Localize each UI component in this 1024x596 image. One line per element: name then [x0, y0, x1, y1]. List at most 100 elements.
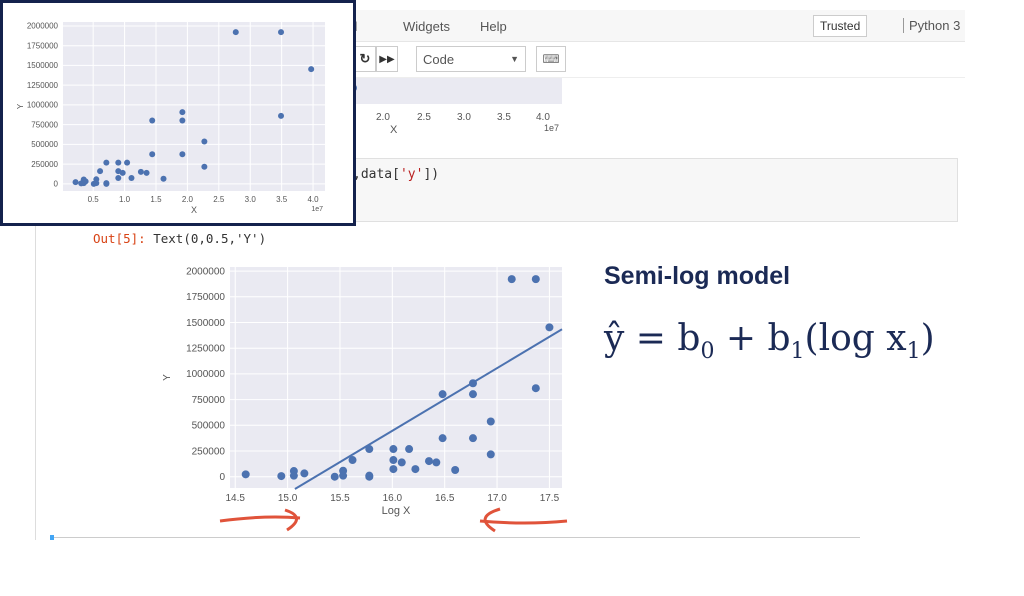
data-point: [72, 179, 79, 186]
data-point: [103, 180, 110, 187]
keyboard-icon[interactable]: ⌨: [536, 46, 566, 72]
data-point: [289, 471, 298, 480]
y-tick-label: 2000000: [27, 22, 59, 31]
data-point: [97, 168, 104, 175]
y-tick-label: 750000: [192, 395, 226, 406]
data-point: [468, 390, 477, 399]
y-tick-label: 1250000: [27, 81, 59, 90]
x-tick-label: 1.0: [119, 195, 131, 204]
x-tick-label: 2.0: [182, 195, 194, 204]
y-tick-label: 1250000: [186, 344, 225, 355]
kernel-name: Python 3: [903, 18, 960, 33]
data-point: [93, 180, 100, 187]
output-line: Out[5]: Text(0,0.5,'Y'): [93, 231, 266, 246]
x-tick-label: 2.5: [213, 195, 225, 204]
x-tick-label: 3.0: [245, 195, 257, 204]
data-point: [241, 470, 250, 479]
data-point: [232, 29, 239, 36]
menu-widgets[interactable]: Widgets: [403, 19, 450, 34]
data-point: [300, 469, 309, 478]
data-point: [278, 29, 285, 36]
data-point: [389, 465, 398, 474]
menu-help[interactable]: Help: [480, 19, 507, 34]
y-tick-label: 500000: [31, 140, 58, 149]
data-point: [143, 169, 150, 176]
formula-part: + b: [714, 318, 791, 359]
plot-area: [63, 22, 325, 191]
x-axis-label: X: [191, 205, 197, 215]
arrow-right-head: [284, 508, 298, 532]
data-point: [531, 275, 540, 284]
data-point: [308, 66, 315, 73]
arrow-left-head: [483, 507, 501, 533]
restart-icon[interactable]: ↻: [354, 46, 376, 72]
data-point: [468, 434, 477, 443]
x-tick: 3.5: [497, 112, 511, 123]
data-point: [365, 472, 374, 481]
data-point: [179, 109, 186, 116]
data-point: [149, 117, 156, 124]
x-tick: 4.0: [536, 112, 550, 123]
formula-part: (log x: [804, 318, 907, 359]
y-tick-label: 750000: [31, 120, 58, 129]
data-point: [278, 112, 285, 119]
data-point: [160, 175, 167, 182]
model-formula: ŷ = b0 + b1(log x1): [604, 318, 935, 364]
data-point: [128, 175, 135, 182]
red-arrows: [219, 507, 568, 533]
x-tick-label: 16.0: [383, 493, 403, 504]
trusted-badge[interactable]: Trusted: [813, 15, 868, 37]
x-axis-label: X: [390, 124, 398, 136]
cell-type-select[interactable]: Code ▼: [416, 46, 526, 72]
data-point: [179, 117, 186, 124]
x-offset-label: 1e7: [311, 206, 323, 213]
data-point: [124, 159, 131, 166]
y-tick-label: 1500000: [27, 61, 59, 70]
output-prompt: Out[5]:: [93, 231, 146, 246]
y-axis-label: Y: [162, 374, 173, 381]
data-point: [330, 472, 339, 481]
plot-area: [340, 78, 562, 104]
y-tick-label: 2000000: [186, 266, 225, 277]
data-point: [201, 163, 208, 170]
data-point: [277, 472, 286, 481]
data-point: [486, 450, 495, 459]
data-point: [115, 159, 122, 166]
data-point: [389, 445, 398, 454]
x-tick-label: 1.5: [150, 195, 162, 204]
data-point: [424, 457, 433, 466]
formula-part: ŷ = b: [604, 318, 701, 359]
data-point: [149, 151, 156, 158]
y-tick-label: 250000: [192, 446, 226, 457]
data-point: [115, 175, 122, 182]
x-tick-label: 15.5: [330, 493, 350, 504]
x-tick-label: 15.0: [278, 493, 298, 504]
data-point: [531, 384, 540, 393]
y-axis-label: Y: [16, 103, 25, 109]
data-point: [119, 169, 126, 176]
formula-sub: 1: [790, 339, 805, 365]
data-point: [405, 445, 414, 454]
data-point: [438, 434, 447, 443]
fast-forward-icon[interactable]: ▶▶: [376, 46, 398, 72]
y-tick-label: 1000000: [186, 369, 225, 380]
data-point: [201, 138, 208, 145]
linear-scatter-chart: 0.5 1.0 1.5 2.0 2.5 3.0 3.5 4.0 0 250000 500000 750…: [16, 22, 325, 215]
data-point: [451, 466, 460, 475]
plot-area: [230, 267, 562, 488]
toolbar: ↻ ▶▶ Code ▼ ⌨: [340, 42, 965, 78]
y-tick-label: 0: [54, 180, 59, 189]
code-text: ,data[: [353, 167, 400, 182]
code-cell[interactable]: ,data['y']): [340, 158, 958, 222]
x-tick: 2.5: [417, 112, 431, 123]
x-tick-label: 3.5: [276, 195, 288, 204]
x-tick-label: 16.5: [435, 493, 455, 504]
x-tick-label: 17.5: [540, 493, 560, 504]
data-point: [339, 471, 348, 480]
output-text: Text(0,0.5,'Y'): [153, 231, 267, 246]
arrow-right-icon: [219, 515, 301, 523]
formula-part: ): [920, 318, 935, 359]
x-tick-label: 4.0: [307, 195, 319, 204]
data-point: [432, 458, 441, 467]
data-point: [438, 390, 447, 399]
